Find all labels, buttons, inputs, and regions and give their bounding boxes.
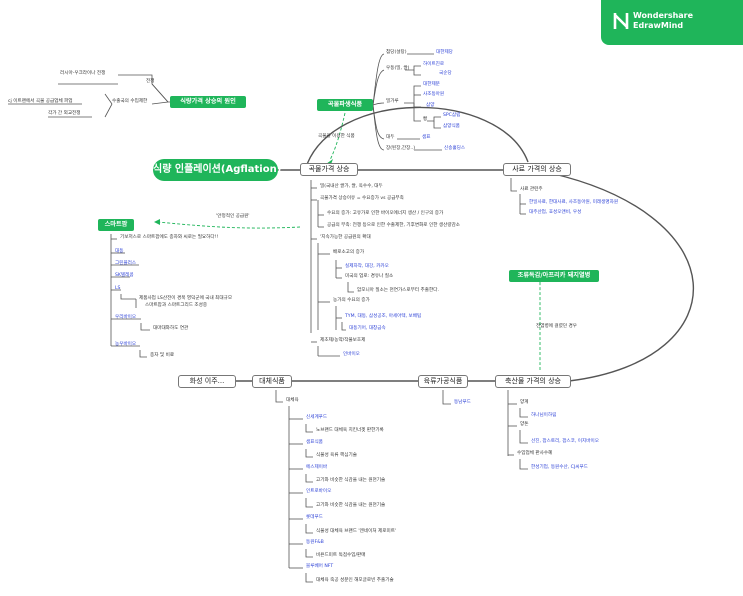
food-beans: 대두 (386, 135, 395, 140)
alt-company[interactable]: 블루베어 NFT (306, 564, 333, 570)
food-bread-company[interactable]: SPC삼립 (443, 113, 460, 119)
livestock-item: 수입업체 판사수혜 (517, 451, 553, 456)
edge-label-smart: '안정적인 공급원' (216, 214, 250, 219)
topic-smartfarm[interactable]: 스마트팜 (98, 219, 134, 231)
brand-logo: Wondershare EdrawMind (601, 0, 743, 45)
alt-item: 식물성 대체육 브랜드 '엔네이처 제로미트' (316, 529, 397, 534)
alt-item: 대체육 죽공 성분인 해모글로빈 추출기술 (316, 578, 394, 583)
grain-company[interactable]: TYM, 대동, 삼성공조, 아세아텍, 보배팁 (345, 314, 421, 320)
alt-company[interactable]: 인트로바이오 (306, 489, 331, 495)
edge-label-ai: 전염병에 걸렸던 경우 (536, 324, 577, 329)
alt-company[interactable]: 롯데푸드 (306, 515, 323, 521)
food-bread-company[interactable]: 삼양식품 (443, 124, 460, 130)
alt-item: 비욘드미트 독점수입/판매 (316, 553, 366, 558)
alt-item: 대체육 (286, 398, 299, 403)
smart-company[interactable]: 우리바이오 (115, 315, 136, 321)
grain-item: 배로소고의 증가 (333, 250, 365, 255)
smart-item: 스마트팜과 스마트그리드 조성중 (145, 303, 208, 308)
grain-item: 공급의 부족: 전쟁 등으로 인한 수출제한, 기후변화로 인한 생산량감소 (327, 223, 461, 228)
alt-company[interactable]: 에스제이바 (306, 465, 327, 471)
food-paste-company[interactable]: 신송홀딩스 (444, 146, 465, 152)
grain-item: 밀(국내산 쌀가, 쌀, 옥수수, 대두 (320, 184, 383, 189)
brand-line1: Wondershare (633, 11, 694, 20)
food-beans-company[interactable]: 샘표 (422, 135, 430, 141)
grain-item: 농가의 수요의 증가 (333, 298, 370, 303)
cause-war: 러시아-우크라이나 전쟁 (60, 71, 106, 76)
alt-company[interactable]: 신세계푸드 (306, 415, 327, 421)
topic-grain-price[interactable]: 곡물가격 상승 (300, 163, 358, 176)
grain-item: 수요의 증가: 고유가로 인한 바이오에너지 생산 / 인구의 증가 (327, 211, 444, 216)
livestock-item: 양돈 (520, 422, 529, 427)
livestock-item: 양계 (520, 400, 529, 405)
smart-company[interactable]: 그린플러스 (115, 261, 136, 267)
cause-diplomacy: 각가 간 외교전쟁 (48, 111, 81, 116)
edrawmind-logo-icon (613, 13, 629, 29)
livestock-company[interactable]: 선진, 팜스토리, 팜스코, 이지바이오 (531, 439, 599, 445)
livestock-company[interactable]: 한성기업, 동원수산, CJ씨푸드 (531, 465, 588, 471)
processed-company[interactable]: 동남푸드 (454, 400, 471, 406)
alt-company[interactable]: 동원F&B (306, 540, 324, 546)
food-noodle-company[interactable]: 국순당 (439, 71, 452, 77)
livestock-company[interactable]: 하나님이하림 (531, 413, 556, 419)
alt-item: 고기와 비슷한 식감을 내는 원천기술 (316, 478, 386, 483)
topic-livestock-price[interactable]: 축산물 가격의 상승 (495, 375, 571, 388)
cause-war-tag: 전쟁 (146, 79, 155, 84)
topic-grain-food[interactable]: 곡물파생식품 (317, 99, 373, 111)
feed-item: 사료 관련주 (520, 187, 543, 192)
grain-item: 곡물가격 상승이유 = 수요증가 vs 공급부족 (320, 196, 404, 201)
grain-item: '지속가능한 공급원의 확대 (320, 235, 371, 240)
cause-export-limit: 수출국의 수입제한 (112, 99, 148, 104)
cause-strike: cj 이트랜에서 곡물 공급업체 파업 (8, 99, 73, 104)
grain-item: 암모니아 질소는 천연가스로부터 추출한다. (357, 288, 439, 293)
food-flour-company[interactable]: 사조동아원 (423, 92, 444, 98)
food-noodle-company[interactable]: 하이트진로 (423, 62, 444, 68)
smart-company[interactable]: 대동 (115, 249, 123, 255)
food-flour-company[interactable]: 삼양 (426, 103, 434, 109)
food-paste: 장(된장,간장..) (386, 146, 416, 151)
grain-item: 미국의 업로: 경유나 질소 (345, 274, 394, 279)
alt-item: 식물성 육류 핵심기술 (316, 453, 357, 458)
food-flour: 밀가루 (386, 99, 399, 104)
central-topic[interactable]: 식량 인플레이션(Agflation) (153, 159, 281, 181)
smart-item: 기보저스로 스마트팜에도 종자와 씨로는 필요하다!! (120, 235, 219, 240)
alt-item: 노브랜드 대체육 치킨너겟 판한기록 (316, 428, 384, 433)
alt-item: 고기와 비슷한 식감을 내는 원천기술 (316, 503, 386, 508)
topic-feed-price[interactable]: 사료 가격의 상승 (503, 163, 571, 176)
feed-company[interactable]: 한일사료, 한대사료, 사조동아원, 미래생명자원 (529, 200, 618, 206)
smart-company[interactable]: 농우바이오 (115, 342, 136, 348)
topic-processed-meat[interactable]: 육류가공식품 (418, 375, 468, 388)
alt-company[interactable]: 샘표식품 (306, 440, 323, 446)
food-noodle: 우동(밀, 쌀) (386, 66, 410, 71)
smart-company[interactable]: LS (115, 286, 120, 292)
grain-item: 제초제/농약/작물보호제 (320, 338, 366, 343)
grain-company[interactable]: 실제자작, 대강, 카카오 (345, 264, 389, 270)
topic-mars[interactable]: 화성 이주... (178, 375, 236, 388)
food-sugar-company[interactable]: 대한제당 (436, 50, 453, 56)
grain-company[interactable]: 대동기어, 대창금속 (349, 326, 386, 332)
topic-avian-flu[interactable]: 조류독감/아프리카 돼지열병 (509, 270, 599, 282)
brand-line2: EdrawMind (633, 21, 684, 30)
feed-company[interactable]: 대주산업, 효성오앤비, 우성 (529, 210, 581, 216)
grain-company[interactable]: 인바이오 (343, 352, 360, 358)
food-flour-company[interactable]: 대한제분 (423, 82, 440, 88)
topic-cause[interactable]: 식량가격 상승의 원인 (170, 96, 246, 108)
topic-alt-food[interactable]: 대체식품 (252, 375, 292, 388)
smart-item: 종자 및 비료 (150, 353, 175, 358)
edge-label-food: 곡물을 이용한 식품 (318, 134, 355, 139)
food-bread: 빵 (423, 117, 428, 122)
smart-company[interactable]: SK텔레콤 (115, 273, 134, 279)
smart-item: 제품사업 LS산전이 경북 영덕군에 국내 최대규모 (139, 296, 233, 301)
smart-item: 대마대와하도 연관 (153, 326, 189, 331)
food-sugar: 첨당(설탕) (386, 50, 407, 55)
